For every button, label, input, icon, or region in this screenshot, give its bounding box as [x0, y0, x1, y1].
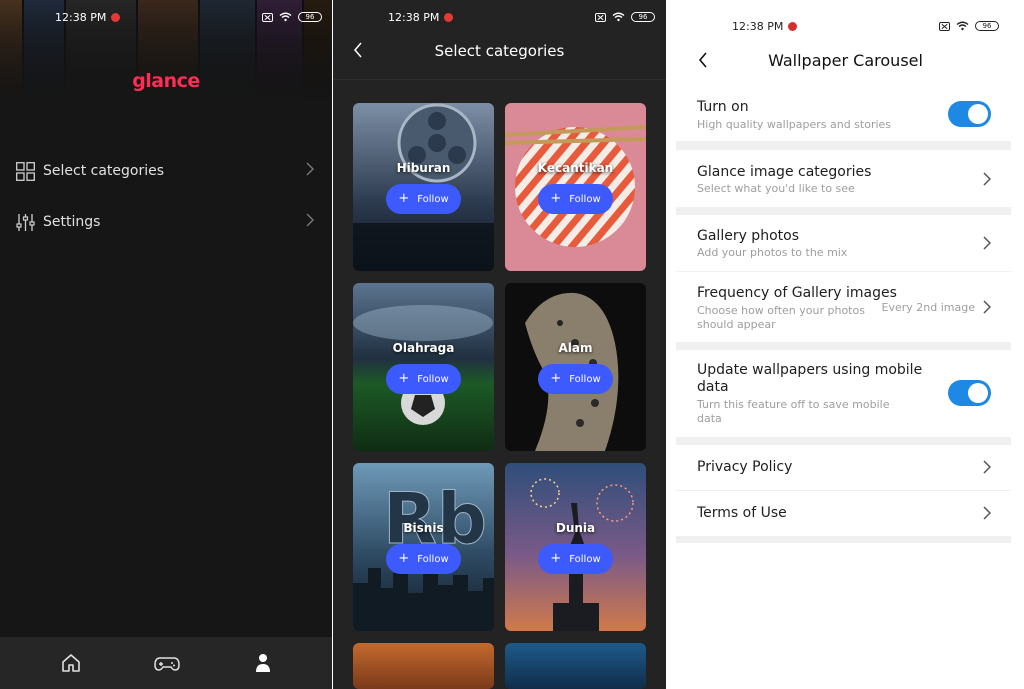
grid-icon	[16, 161, 35, 181]
row-title: Turn on	[697, 99, 749, 115]
mobile-data-toggle[interactable]	[948, 380, 991, 406]
category-card-partial[interactable]	[353, 643, 494, 689]
category-name: Hiburan	[396, 161, 451, 175]
status-time: 12:38 PM	[732, 20, 798, 33]
chevron-right-icon	[306, 213, 314, 227]
row-subtitle: Turn this feature off to save mobile	[697, 398, 890, 411]
sliders-icon	[16, 213, 35, 231]
menu-label: Settings	[43, 214, 101, 230]
no-sim-icon	[939, 21, 950, 31]
menu-item-settings[interactable]: Settings	[16, 208, 316, 236]
category-name: Dunia	[555, 521, 596, 535]
row-title: Glance image categories	[697, 164, 872, 180]
mobile-data-row: Update wallpapers using mobile data Turn…	[676, 350, 1011, 437]
category-name: Olahraga	[392, 341, 455, 355]
follow-button[interactable]: + Follow	[386, 184, 461, 214]
row-title: Privacy Policy	[697, 459, 793, 475]
status-icons: 96	[262, 12, 322, 22]
category-card-dunia[interactable]: Dunia + Follow	[505, 463, 646, 631]
row-title: Update wallpapers using mobile	[697, 362, 923, 378]
follow-button[interactable]: + Follow	[538, 184, 613, 214]
category-card-kecantikan[interactable]: Kecantikan + Follow	[505, 103, 646, 271]
row-title: Frequency of Gallery images	[697, 285, 897, 301]
glance-logo: glance	[132, 70, 200, 92]
category-card-alam[interactable]: Alam + Follow	[505, 283, 646, 451]
status-time: 12:38 PM	[55, 11, 121, 24]
section-divider	[676, 207, 1011, 215]
privacy-policy-row[interactable]: Privacy Policy	[676, 445, 1011, 490]
header-divider	[333, 79, 666, 80]
row-subtitle: High quality wallpapers and stories	[697, 118, 892, 131]
row-subtitle: Add your photos to the mix	[697, 246, 848, 259]
page-title: Select categories	[434, 42, 565, 60]
select-categories-screen: 12:38 PM 96 Select categories Hiburan + F…	[333, 0, 666, 689]
row-title: Gallery photos	[697, 228, 799, 244]
bottom-navigation	[0, 637, 332, 689]
page-title: Wallpaper Carousel	[768, 51, 923, 70]
wallpaper-carousel-screen: 12:38 PM 96 Wallpaper Carousel Turn on H…	[667, 0, 1024, 689]
no-sim-icon	[595, 12, 606, 22]
row-title: Terms of Use	[697, 505, 787, 521]
wifi-icon	[956, 21, 969, 31]
chevron-right-icon	[983, 172, 991, 186]
category-card-partial[interactable]	[505, 643, 646, 689]
battery-icon: 96	[631, 12, 655, 22]
gallery-photos-row[interactable]: Gallery photos Add your photos to the mi…	[676, 215, 1011, 271]
section-divider	[676, 342, 1011, 350]
category-card-hiburan[interactable]: Hiburan + Follow	[353, 103, 494, 271]
menu-item-select-categories[interactable]: Select categories	[16, 157, 316, 185]
status-icons: 96	[939, 21, 999, 31]
section-divider	[676, 536, 1011, 543]
chevron-right-icon	[983, 300, 991, 314]
row-subtitle: data	[697, 412, 722, 425]
category-name: Bisnis	[403, 521, 444, 535]
wifi-icon	[279, 12, 292, 22]
row-subtitle: Choose how often your photos	[697, 304, 865, 317]
terms-of-use-row[interactable]: Terms of Use	[676, 491, 1011, 536]
battery-icon: 96	[975, 21, 999, 31]
glance-menu-screen: 12:38 PM 96 glance Select categories Set…	[0, 0, 332, 689]
turn-on-row: Turn on High quality wallpapers and stor…	[676, 88, 1011, 141]
row-subtitle: should appear	[697, 318, 776, 331]
category-name: Kecantikan	[537, 161, 614, 175]
home-icon[interactable]	[59, 651, 83, 675]
wifi-icon	[612, 12, 625, 22]
chevron-right-icon	[983, 506, 991, 520]
chevron-right-icon	[306, 162, 314, 176]
gamepad-icon[interactable]	[154, 651, 180, 675]
follow-button[interactable]: + Follow	[386, 544, 461, 574]
no-sim-icon	[262, 12, 273, 22]
person-icon[interactable]	[251, 651, 275, 675]
row-subtitle: Select what you'd like to see	[697, 182, 855, 195]
menu-label: Select categories	[43, 163, 165, 179]
status-icons: 96	[595, 12, 655, 22]
chevron-right-icon	[983, 236, 991, 250]
frequency-value: Every 2nd image	[881, 301, 975, 314]
battery-icon: 96	[298, 12, 322, 22]
follow-button[interactable]: + Follow	[386, 364, 461, 394]
section-divider	[676, 141, 1011, 150]
turn-on-toggle[interactable]	[948, 101, 991, 127]
follow-button[interactable]: + Follow	[538, 364, 613, 394]
row-title: data	[697, 379, 729, 395]
image-categories-row[interactable]: Glance image categories Select what you'…	[676, 150, 1011, 207]
section-divider	[676, 437, 1011, 445]
category-name: Alam	[558, 341, 593, 355]
chevron-right-icon	[983, 460, 991, 474]
category-card-bisnis[interactable]: Rb Bisnis + Follow	[353, 463, 494, 631]
status-time: 12:38 PM	[388, 11, 454, 24]
category-card-olahraga[interactable]: Olahraga + Follow	[353, 283, 494, 451]
follow-button[interactable]: + Follow	[538, 544, 613, 574]
frequency-row[interactable]: Frequency of Gallery images Choose how o…	[676, 272, 1011, 342]
